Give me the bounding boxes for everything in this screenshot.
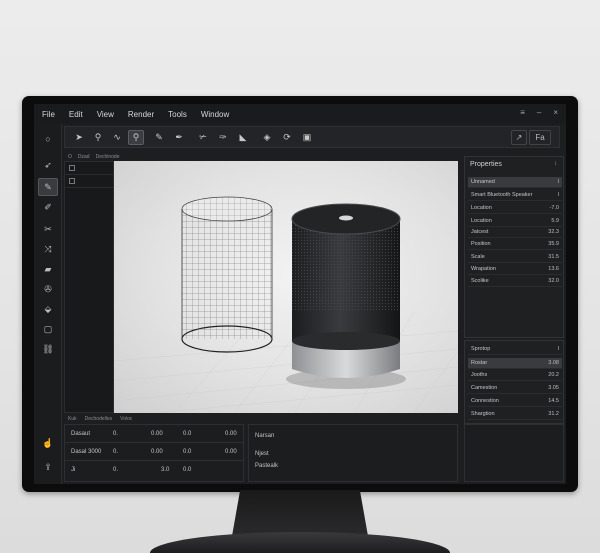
- menu-edit[interactable]: Edit: [69, 110, 83, 119]
- info-object: Njest: [255, 451, 269, 457]
- property-row[interactable]: Camestion 3.05: [468, 383, 562, 394]
- tab-dzad[interactable]: Dzad: [78, 154, 90, 160]
- menu-tools[interactable]: Tools: [168, 110, 187, 119]
- dropper-icon[interactable]: ✒: [171, 130, 187, 145]
- tab-dechodelles[interactable]: Dechodelles: [85, 416, 113, 422]
- brush-icon[interactable]: ▰: [38, 260, 58, 278]
- bottom-right-panel: [464, 424, 564, 482]
- left-tool-column: ○ ➶ ✎ ✐ ✂ ⤨ ▰ ✇ ⬙ ▢ ⛓ ☝ ⇪: [34, 124, 62, 484]
- node-icon[interactable]: ◈: [259, 130, 275, 145]
- property-row[interactable]: Jooths 20.2: [468, 370, 562, 381]
- outliner-row[interactable]: [65, 175, 113, 188]
- table-row[interactable]: Dasal 3000 0. 0.00 0.0 0.00: [65, 443, 243, 461]
- checkbox-icon[interactable]: [69, 165, 75, 171]
- property-row[interactable]: Connestion 14.5: [468, 396, 562, 407]
- menu-bar: File Edit View Render Tools Window ≡ – ×: [34, 104, 566, 124]
- export-icon[interactable]: ⇪: [38, 458, 58, 476]
- transform-table: Dasaut 0. 0.00 0.0 0.00 Dasal 3000 0. 0.…: [64, 424, 244, 482]
- pen-icon[interactable]: ✎: [38, 178, 58, 196]
- table-row[interactable]: Dasaut 0. 0.00 0.0 0.00: [65, 425, 243, 443]
- properties-panel-secondary: Sprotop I Rostar 3.08 Jooths 20.2 Camestion…: [464, 340, 564, 424]
- font-button[interactable]: Fa: [529, 130, 551, 145]
- property-row[interactable]: Unnamed I: [468, 177, 562, 188]
- wireframe-model: [181, 196, 273, 353]
- pen-nib-icon[interactable]: ✑: [215, 130, 231, 145]
- curve-icon[interactable]: ∿: [109, 130, 125, 145]
- crop-icon[interactable]: ▣: [299, 130, 315, 145]
- info-panel: Narsan Njest Pastealk: [248, 424, 458, 482]
- properties-title: Properties: [470, 161, 502, 168]
- expand-icon[interactable]: ↗: [511, 130, 527, 145]
- pointer-icon[interactable]: ➶: [38, 156, 58, 174]
- close-icon[interactable]: ×: [553, 108, 558, 117]
- tab-voloc[interactable]: Voloc: [120, 416, 132, 422]
- table-row[interactable]: Ji 0. 3.0 0.0: [65, 461, 243, 479]
- viewport-3d[interactable]: [114, 161, 458, 413]
- app-window: File Edit View Render Tools Window ≡ – ×…: [34, 104, 566, 484]
- property-row[interactable]: Scolike 32.0: [468, 276, 562, 287]
- lasso-icon[interactable]: ⟳: [279, 130, 295, 145]
- mask-icon[interactable]: ✇: [38, 280, 58, 298]
- toolbar: ➤ ⚲ ∿ ⚲ ✎ ✒ ✃ ✑ ◣ ◈ ⟳ ▣ ↗ Fa: [64, 126, 560, 148]
- menu-file[interactable]: File: [42, 110, 55, 119]
- knife-icon[interactable]: ✂: [38, 220, 58, 238]
- property-row[interactable]: Smart Bluetooth Speaker I: [468, 190, 562, 201]
- speaker-model: [286, 203, 406, 389]
- checkbox-icon[interactable]: [69, 178, 75, 184]
- tab-kuk[interactable]: Kuk: [68, 416, 77, 422]
- menu-icon[interactable]: ≡: [520, 108, 525, 117]
- zoom-icon[interactable]: ⚲: [90, 130, 106, 145]
- property-row[interactable]: Location 5.9: [468, 216, 562, 227]
- fill-icon[interactable]: ⬙: [38, 300, 58, 318]
- menu-view[interactable]: View: [97, 110, 114, 119]
- frame-zoom-icon[interactable]: ⚲: [128, 130, 144, 145]
- property-row[interactable]: Scale 31.5: [468, 252, 562, 263]
- property-row[interactable]: Shargtion 31.2: [468, 409, 562, 420]
- circle-tool-icon[interactable]: ○: [38, 130, 58, 148]
- tab-dechinode[interactable]: Dechinode: [96, 154, 120, 160]
- property-row[interactable]: Wrapation 13.6: [468, 264, 562, 275]
- viewport-tabs: O Dzad Dechinode: [64, 152, 464, 161]
- info-name: Narsan: [255, 433, 275, 439]
- rect-select-icon[interactable]: ▢: [38, 320, 58, 338]
- menu-window[interactable]: Window: [201, 110, 229, 119]
- outliner-panel: [64, 161, 114, 413]
- pen-tool-icon[interactable]: ✎: [151, 130, 167, 145]
- info-material: Pastealk: [255, 463, 279, 469]
- menu-render[interactable]: Render: [128, 110, 154, 119]
- eraser-icon[interactable]: ✐: [38, 198, 58, 216]
- select-arrow-icon[interactable]: ➤: [71, 130, 87, 145]
- pin-icon[interactable]: ↕: [554, 161, 557, 167]
- property-row[interactable]: Location -7.0: [468, 203, 562, 214]
- monitor-stand-base: [150, 532, 450, 553]
- hand-icon[interactable]: ☝: [38, 434, 58, 452]
- bottom-tabs: Kuk Dechodelles Voloc: [64, 414, 464, 423]
- property-row[interactable]: Rostar 3.08: [468, 358, 562, 369]
- property-row[interactable]: Jatcest 32.3: [468, 227, 562, 238]
- properties-panel: Properties ↕ Unnamed I Smart Bluetooth Sp…: [464, 156, 564, 338]
- monitor-stand-neck: [232, 490, 368, 536]
- minimize-icon[interactable]: –: [537, 108, 541, 117]
- link-icon[interactable]: ⛓: [38, 340, 58, 358]
- viewport-render: [114, 196, 458, 413]
- outliner-row[interactable]: [65, 162, 113, 175]
- knife-tool-icon[interactable]: ✃: [195, 130, 211, 145]
- tab-o[interactable]: O: [68, 154, 72, 160]
- property-row[interactable]: Position 35.9: [468, 239, 562, 250]
- window-controls: ≡ – ×: [520, 108, 558, 117]
- fill-tool-icon[interactable]: ◣: [235, 130, 251, 145]
- bridge-icon[interactable]: ⤨: [38, 240, 58, 258]
- property-row[interactable]: Sprotop I: [468, 344, 562, 355]
